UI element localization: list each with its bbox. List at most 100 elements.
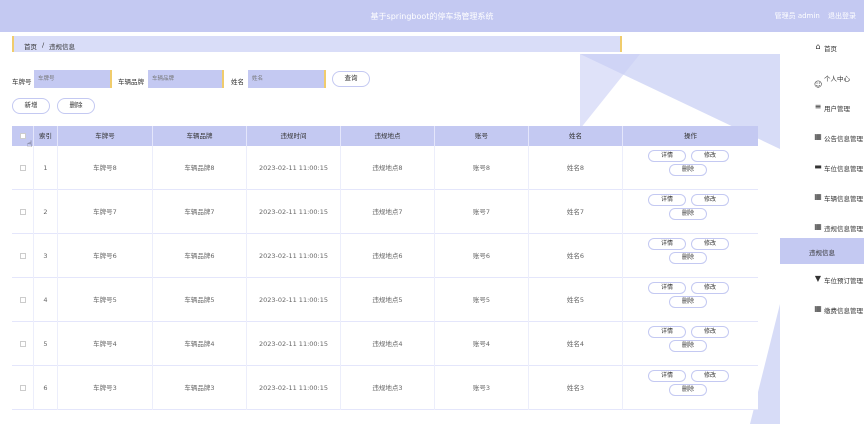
row-checkbox[interactable] [20, 209, 26, 215]
sidebar: home-icon⌂首页 user-icon☺个人中心 list-icon≡用户管理… [780, 32, 864, 424]
cell-name: 姓名8 [529, 146, 623, 190]
logout-link[interactable]: 退出登录 [828, 12, 856, 20]
header-plate: 车牌号 [58, 126, 153, 146]
cell-plate: 车牌号7 [58, 190, 153, 234]
name-input[interactable] [248, 70, 326, 88]
row-checkbox[interactable] [20, 385, 26, 391]
cell-idx: 6 [34, 366, 58, 410]
sidebar-item-label: 违规信息管理 [824, 225, 863, 233]
grid-icon: grid-icon▦ [814, 305, 822, 313]
edit-button[interactable]: 修改 [691, 150, 729, 162]
row-checkbox[interactable] [20, 297, 26, 303]
cell-time: 2023-02-11 11:00:15 [247, 366, 341, 410]
cell-plate: 车牌号3 [58, 366, 153, 410]
cell-brand: 车辆品牌6 [153, 234, 247, 278]
cell-brand: 车辆品牌7 [153, 190, 247, 234]
row-delete-button[interactable]: 删除 [669, 164, 707, 176]
cell-account: 账号4 [435, 322, 529, 366]
row-delete-button[interactable]: 删除 [669, 296, 707, 308]
row-checkbox[interactable] [20, 165, 26, 171]
cell-account: 账号3 [435, 366, 529, 410]
data-table: 索引 车牌号 车辆品牌 违规时间 违规地点 账号 姓名 操作 1 车牌号8 车辆品牌… [12, 126, 758, 410]
cell-place: 违规地点6 [341, 234, 435, 278]
table-row: 1 车牌号8 车辆品牌8 2023-02-11 11:00:15 违规地点8 账号8 姓名8… [12, 146, 758, 190]
cell-place: 违规地点4 [341, 322, 435, 366]
sidebar-item-label: 缴费信息管理 [824, 307, 863, 315]
row-delete-button[interactable]: 删除 [669, 384, 707, 396]
edit-button[interactable]: 修改 [691, 282, 729, 294]
query-button[interactable]: 查询 [332, 71, 370, 87]
grid-icon-glyph: ▦ [814, 132, 822, 141]
add-button[interactable]: 新增 [12, 98, 50, 114]
sidebar-item-label: 个人中心 [824, 75, 850, 83]
cell-actions: 详情 修改 删除 [623, 146, 758, 190]
edit-button[interactable]: 修改 [691, 370, 729, 382]
row-checkbox-cell [12, 146, 34, 190]
detail-button[interactable]: 详情 [648, 238, 686, 250]
sidebar-item-1[interactable]: user-icon☺个人中心 [780, 64, 864, 90]
cell-actions: 详情 修改 删除 [623, 278, 758, 322]
table-row: 2 车牌号7 车辆品牌7 2023-02-11 11:00:15 违规地点7 账号7 姓名7… [12, 190, 758, 234]
admin-label: 管理员 admin [774, 12, 820, 20]
cell-time: 2023-02-11 11:00:15 [247, 190, 341, 234]
breadcrumb: 首页 / 违规信息 [12, 36, 622, 52]
cell-idx: 5 [34, 322, 58, 366]
sidebar-item-label: 公告信息管理 [824, 135, 863, 143]
sidebar-item-label: 车位信息管理 [824, 165, 863, 173]
grid-icon-glyph: ▦ [814, 192, 822, 201]
decoration [580, 54, 640, 129]
cell-account: 账号5 [435, 278, 529, 322]
detail-button[interactable]: 详情 [648, 370, 686, 382]
user-icon-glyph: ☺ [814, 80, 823, 89]
sidebar-item-0[interactable]: home-icon⌂首页 [780, 34, 864, 60]
detail-button[interactable]: 详情 [648, 150, 686, 162]
delete-button[interactable]: 删除 [57, 98, 95, 114]
row-checkbox-cell [12, 234, 34, 278]
row-checkbox-cell [12, 190, 34, 234]
sidebar-item-2[interactable]: list-icon≡用户管理 [780, 94, 864, 120]
edit-button[interactable]: 修改 [691, 326, 729, 338]
edit-button[interactable]: 修改 [691, 238, 729, 250]
sidebar-item-5[interactable]: grid-icon▦车辆信息管理 [780, 184, 864, 210]
cell-plate: 车牌号4 [58, 322, 153, 366]
breadcrumb-home[interactable]: 首页 [24, 41, 37, 51]
brand-input[interactable] [148, 70, 224, 88]
home-icon: home-icon⌂ [814, 43, 822, 51]
row-checkbox-cell [12, 366, 34, 410]
cell-place: 违规地点8 [341, 146, 435, 190]
row-checkbox[interactable] [20, 253, 26, 259]
detail-button[interactable]: 详情 [648, 282, 686, 294]
sidebar-item-9[interactable]: grid-icon▦缴费信息管理 [780, 296, 864, 322]
cell-plate: 车牌号8 [58, 146, 153, 190]
cell-plate: 车牌号5 [58, 278, 153, 322]
row-delete-button[interactable]: 删除 [669, 340, 707, 352]
cell-idx: 3 [34, 234, 58, 278]
cell-account: 账号8 [435, 146, 529, 190]
row-delete-button[interactable]: 删除 [669, 208, 707, 220]
cell-time: 2023-02-11 11:00:15 [247, 234, 341, 278]
main-content: 首页 / 违规信息 车牌号 车辆品牌 姓名 查询 新增 删除 索引 车牌号 车辆… [0, 32, 780, 424]
sidebar-item-8[interactable]: pin-icon▼车位预订管理 [780, 266, 864, 292]
row-delete-button[interactable]: 删除 [669, 252, 707, 264]
sidebar-item-6[interactable]: grid-icon▦违规信息管理 [780, 214, 864, 240]
detail-button[interactable]: 详情 [648, 194, 686, 206]
sidebar-item-4[interactable]: car-icon▬车位信息管理 [780, 154, 864, 180]
top-bar: 基于springboot的停车场管理系统 管理员 admin 退出登录 [0, 0, 864, 32]
select-all-checkbox[interactable] [20, 133, 26, 139]
grid-icon: grid-icon▦ [814, 223, 822, 231]
brand-label: 车辆品牌 [118, 78, 144, 86]
pin-icon-glyph: ▼ [814, 274, 822, 283]
sidebar-item-7[interactable]: 违规信息 [780, 238, 864, 264]
breadcrumb-separator: / [42, 41, 45, 49]
detail-button[interactable]: 详情 [648, 326, 686, 338]
grid-icon: grid-icon▦ [814, 193, 822, 201]
plate-input[interactable] [34, 70, 112, 88]
cell-actions: 详情 修改 删除 [623, 234, 758, 278]
breadcrumb-current: 违规信息 [49, 43, 75, 51]
cell-name: 姓名3 [529, 366, 623, 410]
sidebar-item-3[interactable]: grid-icon▦公告信息管理 [780, 124, 864, 150]
sidebar-item-label: 违规信息 [809, 249, 835, 257]
edit-button[interactable]: 修改 [691, 194, 729, 206]
sidebar-item-label: 车辆信息管理 [824, 195, 863, 203]
row-checkbox[interactable] [20, 341, 26, 347]
